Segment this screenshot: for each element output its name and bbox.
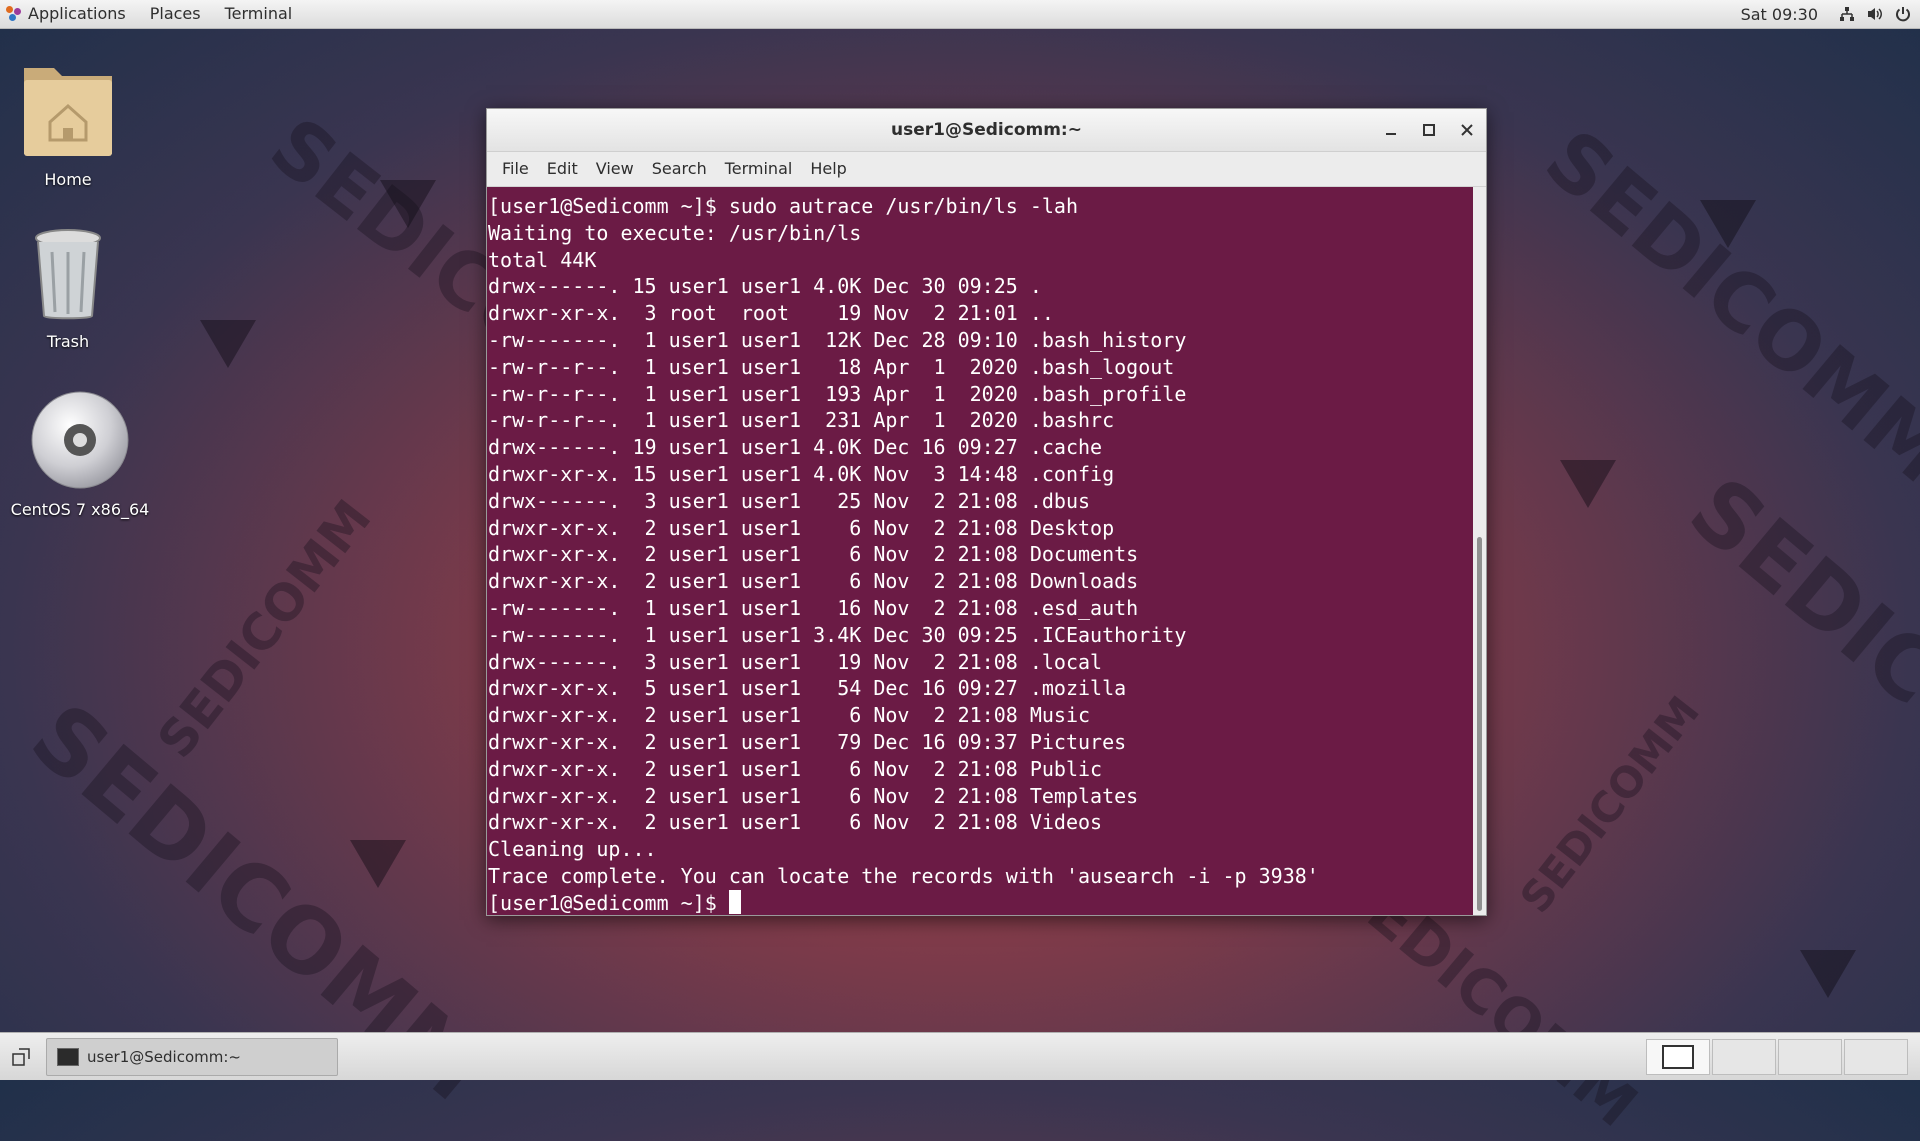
terminal-line: drwxr-xr-x. 2 user1 user1 6 Nov 2 21:08 … — [488, 810, 1103, 835]
terminal-line: drwxr-xr-x. 2 user1 user1 6 Nov 2 21:08 … — [488, 756, 1103, 781]
terminal-output-area[interactable]: [user1@Sedicomm ~]$ sudo autrace /usr/bi… — [487, 187, 1473, 915]
terminal-line: drwx------. 3 user1 user1 19 Nov 2 21:08… — [488, 649, 1103, 674]
terminal-line: -rw-r--r--. 1 user1 user1 193 Apr 1 2020… — [488, 381, 1187, 406]
terminal-line: drwxr-xr-x. 2 user1 user1 6 Nov 2 21:08 … — [488, 703, 1091, 728]
desktop-icon-home[interactable]: Home — [0, 56, 143, 189]
wallpaper-triangle — [1700, 200, 1756, 248]
terminal-window: user1@Sedicomm:~ File Edit View Search T… — [486, 108, 1487, 916]
workspace-switcher — [1644, 1038, 1908, 1075]
wallpaper-watermark: SEDICOMM — [1510, 687, 1709, 922]
menu-help[interactable]: Help — [801, 152, 855, 186]
terminal-line: drwxr-xr-x. 3 root root 19 Nov 2 21:01 .… — [488, 301, 1054, 326]
show-desktop-button[interactable] — [6, 1042, 36, 1072]
trash-icon — [35, 229, 101, 320]
menu-view[interactable]: View — [587, 152, 643, 186]
workspace-1[interactable] — [1646, 1038, 1710, 1075]
terminal-line: drwxr-xr-x. 2 user1 user1 6 Nov 2 21:08 … — [488, 783, 1139, 808]
disc-icon — [31, 391, 129, 489]
menu-edit[interactable]: Edit — [538, 152, 587, 186]
workspace-4[interactable] — [1844, 1038, 1908, 1075]
power-icon[interactable] — [1892, 0, 1914, 28]
wallpaper-watermark: SEDICOMM — [146, 489, 383, 769]
places-menu[interactable]: Places — [138, 0, 213, 28]
taskbar-item-label: user1@Sedicomm:~ — [87, 1047, 241, 1066]
maximize-button[interactable] — [1416, 117, 1442, 143]
minimize-icon — [1386, 133, 1396, 135]
home-folder-icon — [24, 68, 112, 156]
terminal-line: drwx------. 15 user1 user1 4.0K Dec 30 0… — [488, 274, 1042, 299]
terminal-icon — [57, 1047, 79, 1066]
terminal-line: drwxr-xr-x. 2 user1 user1 6 Nov 2 21:08 … — [488, 569, 1139, 594]
menu-search[interactable]: Search — [643, 152, 716, 186]
terminal-line: -rw-------. 1 user1 user1 16 Nov 2 21:08… — [488, 595, 1139, 620]
scrollbar-thumb[interactable] — [1477, 537, 1482, 911]
terminal-line: drwxr-xr-x. 2 user1 user1 6 Nov 2 21:08 … — [488, 515, 1115, 540]
terminal-line: drwxr-xr-x. 15 user1 user1 4.0K Nov 3 14… — [488, 461, 1115, 486]
network-icon[interactable] — [1836, 0, 1858, 28]
terminal-line: -rw-r--r--. 1 user1 user1 18 Apr 1 2020 … — [488, 354, 1175, 379]
desktop-icon-trash[interactable]: Trash — [0, 228, 143, 351]
workspace-3[interactable] — [1778, 1038, 1842, 1075]
desktop-icon-label: Trash — [46, 332, 90, 351]
close-button[interactable] — [1454, 117, 1480, 143]
menu-terminal[interactable]: Terminal — [716, 152, 802, 186]
top-panel: Applications Places Terminal Sat 09:30 — [0, 0, 1920, 29]
terminal-scrollbar[interactable] — [1473, 187, 1486, 915]
wallpaper-watermark: SEDICOMM — [1670, 457, 1920, 886]
terminal-line: drwx------. 19 user1 user1 4.0K Dec 16 0… — [488, 435, 1103, 460]
minimize-button[interactable] — [1378, 117, 1404, 143]
terminal-line: drwxr-xr-x. 5 user1 user1 54 Dec 16 09:2… — [488, 676, 1127, 701]
terminal-line: Trace complete. You can locate the recor… — [488, 863, 1319, 888]
volume-icon[interactable] — [1864, 0, 1886, 28]
workspace-window-thumb — [1662, 1044, 1694, 1069]
terminal-line: drwxr-xr-x. 2 user1 user1 79 Dec 16 09:3… — [488, 729, 1127, 754]
workspace-2[interactable] — [1712, 1038, 1776, 1075]
system-tray: Sat 09:30 — [1741, 0, 1920, 28]
close-icon — [1461, 124, 1473, 136]
wallpaper-triangle — [200, 320, 256, 368]
applications-label: Applications — [28, 4, 126, 23]
wallpaper-triangle — [380, 180, 436, 228]
wallpaper-triangle — [1800, 950, 1856, 998]
terminal-line: drwx------. 3 user1 user1 25 Nov 2 21:08… — [488, 488, 1091, 513]
terminal-line: drwxr-xr-x. 2 user1 user1 6 Nov 2 21:08 … — [488, 542, 1139, 567]
terminal-prompt: [user1@Sedicomm ~]$ — [488, 890, 729, 915]
terminal-line: -rw-r--r--. 1 user1 user1 231 Apr 1 2020… — [488, 408, 1115, 433]
desktop-icon-label: Home — [44, 170, 92, 189]
wallpaper-triangle — [1560, 460, 1616, 508]
wallpaper-triangle — [350, 840, 406, 888]
terminal-cursor — [728, 889, 741, 914]
terminal-line: total 44K — [488, 247, 597, 272]
terminal-app-menu[interactable]: Terminal — [213, 0, 305, 28]
desktop-icon-centos-disc[interactable]: CentOS 7 x86_64 — [5, 390, 155, 519]
maximize-icon — [1423, 124, 1435, 136]
window-title: user1@Sedicomm:~ — [891, 120, 1082, 140]
show-desktop-icon — [12, 1047, 30, 1066]
menu-file[interactable]: File — [493, 152, 538, 186]
terminal-line: [user1@Sedicomm ~]$ sudo autrace /usr/bi… — [488, 194, 1079, 218]
terminal-line: -rw-------. 1 user1 user1 3.4K Dec 30 09… — [488, 622, 1187, 647]
terminal-line: -rw-------. 1 user1 user1 12K Dec 28 09:… — [488, 327, 1187, 352]
window-menubar: File Edit View Search Terminal Help — [487, 152, 1486, 187]
wallpaper-watermark: SEDICOMM — [1527, 111, 1920, 502]
bottom-panel: user1@Sedicomm:~ — [0, 1032, 1920, 1080]
window-titlebar[interactable]: user1@Sedicomm:~ — [487, 109, 1486, 152]
desktop-icon-label: CentOS 7 x86_64 — [10, 500, 150, 519]
terminal-text: [user1@Sedicomm ~]$ sudo autrace /usr/bi… — [487, 187, 1473, 915]
terminal-line: Cleaning up... — [488, 837, 657, 862]
clock[interactable]: Sat 09:30 — [1741, 5, 1836, 24]
applications-menu[interactable]: Applications — [0, 0, 138, 28]
terminal-line: Waiting to execute: /usr/bin/ls — [488, 220, 862, 245]
gnome-foot-icon — [6, 6, 22, 22]
taskbar-item-terminal[interactable]: user1@Sedicomm:~ — [46, 1037, 338, 1076]
